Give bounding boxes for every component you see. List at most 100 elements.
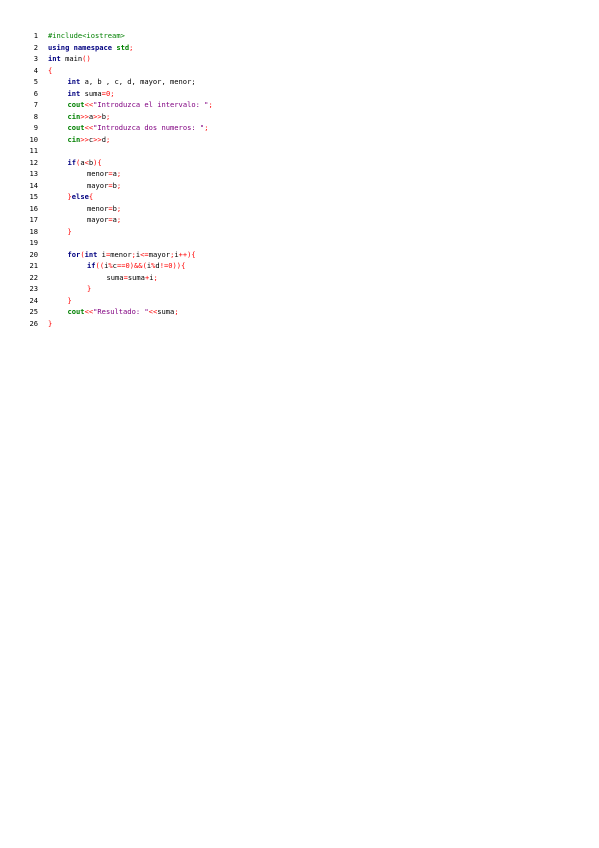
code-token: cin xyxy=(67,111,81,121)
code-token: { xyxy=(48,65,53,75)
line-number: 25 xyxy=(29,307,38,316)
line-number: 14 xyxy=(29,180,38,190)
line-number: 9 xyxy=(33,123,38,132)
code-line: 14 mayor=b; xyxy=(0,180,599,192)
code-text: int suma=0; xyxy=(68,88,115,100)
code-token: << xyxy=(84,100,94,109)
code-token: int xyxy=(67,88,81,98)
code-token: ; xyxy=(204,123,209,132)
code-line: 4{ xyxy=(0,65,599,77)
line-number: 22 xyxy=(29,272,38,282)
code-line: 15}else{ xyxy=(0,191,599,203)
code-token: mayor xyxy=(87,180,109,190)
code-token: "Resultado: " xyxy=(93,307,149,316)
code-token: int xyxy=(48,54,61,63)
code-token: mayor xyxy=(87,215,109,224)
code-token: ; xyxy=(153,272,158,282)
code-token: if xyxy=(87,261,96,270)
code-text: if(a<b){ xyxy=(68,157,102,169)
code-token: "Introduzca dos numeros: " xyxy=(93,123,205,132)
code-token: } xyxy=(87,284,92,293)
code-text: cout<<"Resultado: "<<suma; xyxy=(68,306,179,318)
code-line: 16 menor=b; xyxy=(0,203,599,215)
code-token: if xyxy=(67,157,77,167)
code-line: 12 if(a<b){ xyxy=(0,157,599,169)
code-token: } xyxy=(67,295,72,305)
line-number: 21 xyxy=(29,261,38,270)
code-line: 18} xyxy=(0,226,599,238)
code-text: } xyxy=(48,318,52,330)
code-token: != xyxy=(159,261,169,270)
code-line: 13 menor=a; xyxy=(0,168,599,180)
code-line: 25 cout<<"Resultado: "<<suma; xyxy=(0,306,599,318)
line-number: 20 xyxy=(29,249,38,259)
code-token: menor xyxy=(87,169,109,178)
code-line: 22 suma=suma+i; xyxy=(0,272,599,284)
code-token: ; xyxy=(174,307,179,316)
code-token: >> xyxy=(80,111,89,121)
code-token: ){ xyxy=(93,157,102,167)
code-token: ; xyxy=(129,42,134,52)
code-line: 20 for(int i=menor;i<=mayor;i++){ xyxy=(0,249,599,261)
code-line: 26} xyxy=(0,318,599,330)
code-text: #include<iostream> xyxy=(48,30,125,42)
code-token: << xyxy=(84,307,94,316)
code-token: () xyxy=(82,54,91,63)
code-text: int main() xyxy=(48,53,91,65)
line-number: 1 xyxy=(33,31,38,40)
code-token: cout xyxy=(67,123,85,132)
code-token: int xyxy=(67,77,81,86)
line-number: 15 xyxy=(29,192,38,201)
code-token: menor xyxy=(110,249,132,259)
code-text: } xyxy=(68,226,72,238)
code-line: 11 xyxy=(0,145,599,157)
code-line: 10 cin>>c>>d; xyxy=(0,134,599,146)
code-token: )&&( xyxy=(129,261,147,270)
code-line: 2 using namespace std; xyxy=(0,42,599,54)
code-token: using xyxy=(48,42,70,52)
line-number: 19 xyxy=(29,238,38,247)
code-line: 1 #include<iostream> xyxy=(0,30,599,42)
line-number: 10 xyxy=(29,134,38,144)
line-number: 17 xyxy=(29,215,38,224)
code-text: menor=b; xyxy=(87,203,121,215)
code-token: >> xyxy=(93,111,102,121)
code-token: (( xyxy=(95,261,105,270)
code-token: for xyxy=(67,249,81,259)
code-token: ; xyxy=(208,100,213,109)
code-line: 7 cout<<"Introduzca el intervalo: "; xyxy=(0,99,599,111)
code-text: mayor=a; xyxy=(87,214,121,226)
code-token: mayor xyxy=(148,249,171,259)
line-number: 6 xyxy=(33,88,38,98)
code-token: suma xyxy=(157,307,175,316)
line-number: 5 xyxy=(33,77,38,86)
code-text: using namespace std; xyxy=(48,42,133,54)
code-token: a, b , c, d, mayor, menor; xyxy=(80,77,196,86)
code-token: i xyxy=(97,249,106,259)
line-number: 2 xyxy=(33,42,38,52)
code-token: << xyxy=(148,307,158,316)
code-token: ; xyxy=(110,88,115,98)
code-token: cout xyxy=(67,100,85,109)
code-token: suma xyxy=(127,272,145,282)
code-line: 5 int a, b , c, d, mayor, menor; xyxy=(0,76,599,88)
code-token: ; xyxy=(116,215,122,224)
line-number: 8 xyxy=(33,111,38,121)
code-token: main xyxy=(60,54,83,63)
code-token: cin xyxy=(67,134,81,144)
code-line: 6 int suma=0; xyxy=(0,88,599,100)
line-number: 11 xyxy=(29,146,38,155)
code-token: "Introduzca el intervalo: " xyxy=(93,100,209,109)
code-text: mayor=b; xyxy=(87,180,121,192)
line-number: 3 xyxy=(33,54,38,63)
code-text: for(int i=menor;i<=mayor;i++){ xyxy=(68,249,196,261)
code-text: cin>>c>>d; xyxy=(68,134,111,146)
line-number: 23 xyxy=(29,284,38,293)
code-listing: 1 #include<iostream> 2 using namespace std;… xyxy=(0,30,599,329)
line-number: 13 xyxy=(29,169,38,178)
code-token: namespace xyxy=(73,42,113,52)
code-token: } xyxy=(67,226,72,236)
code-text: if((i%c==0)&&(i%d!=0)){ xyxy=(87,260,185,272)
code-token: { xyxy=(88,192,94,201)
code-text: suma=suma+i; xyxy=(107,272,158,284)
